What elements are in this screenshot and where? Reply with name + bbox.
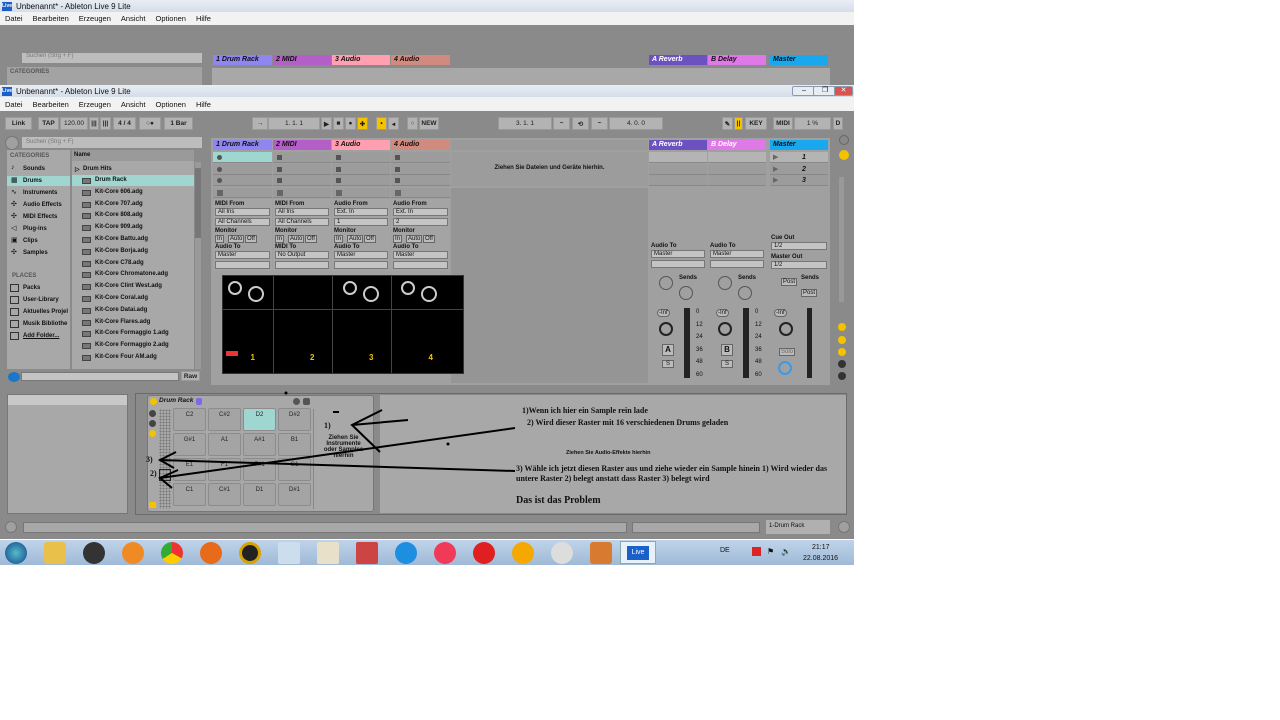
chrome-icon[interactable] bbox=[161, 542, 183, 564]
annotation-text-1: 1)Wenn ich hier ein Sample rein lade bbox=[522, 406, 648, 415]
music-app-icon[interactable] bbox=[473, 542, 495, 564]
media-player-icon[interactable] bbox=[122, 542, 144, 564]
status-field bbox=[632, 522, 760, 533]
track-activator[interactable]: 2 bbox=[310, 353, 314, 362]
arrow-head-2 bbox=[158, 469, 179, 489]
paint-icon[interactable] bbox=[317, 542, 339, 564]
arrow-line-3 bbox=[159, 459, 516, 472]
info-view-toggle[interactable] bbox=[5, 521, 17, 533]
video-app-icon[interactable] bbox=[590, 542, 612, 564]
language-indicator[interactable]: DE bbox=[720, 547, 730, 554]
audacity-icon[interactable] bbox=[512, 542, 534, 564]
annotation-problem: Das ist das Problem bbox=[516, 495, 601, 506]
start-button[interactable] bbox=[5, 542, 27, 564]
flag-tray-icon[interactable]: ⚑ bbox=[767, 547, 774, 556]
annotation-marker-3: 3) bbox=[146, 455, 153, 464]
annotation-arrows bbox=[157, 391, 516, 489]
clock-time[interactable]: 21:17 bbox=[812, 544, 830, 551]
pdf-icon[interactable] bbox=[356, 542, 378, 564]
detail-view-toggle[interactable] bbox=[838, 521, 850, 533]
track-activator[interactable]: 1 bbox=[251, 353, 255, 362]
explorer-icon[interactable] bbox=[44, 542, 66, 564]
annotation-text-2: 2) Wird dieser Raster mit 16 verschieden… bbox=[527, 418, 729, 427]
annotation-text-3: 3) Wähle ich jetzt diesen Raster aus und… bbox=[516, 464, 828, 483]
hp-icon[interactable] bbox=[83, 542, 105, 564]
status-bar bbox=[23, 522, 627, 533]
clock-date[interactable]: 22.08.2016 bbox=[803, 555, 838, 562]
antivirus-tray-icon[interactable] bbox=[752, 547, 761, 556]
bird-app-icon[interactable] bbox=[395, 542, 417, 564]
volume-tray-icon[interactable]: 🔈 bbox=[781, 547, 791, 556]
arrow-head-1 bbox=[350, 409, 383, 453]
live-taskbar-item[interactable]: Live bbox=[620, 541, 656, 564]
firefox-icon[interactable] bbox=[200, 542, 222, 564]
microphone-app-icon[interactable] bbox=[551, 542, 573, 564]
media-app-icon[interactable] bbox=[239, 542, 261, 564]
live-icon: Live bbox=[627, 546, 649, 560]
track-activator[interactable]: 3 bbox=[369, 353, 373, 362]
selected-track-label: 1-Drum Rack bbox=[766, 520, 830, 534]
itunes-icon[interactable] bbox=[434, 542, 456, 564]
arrow-line-2 bbox=[159, 427, 516, 479]
track-activator[interactable]: 4 bbox=[429, 353, 433, 362]
wordpad-icon[interactable] bbox=[278, 542, 300, 564]
annotation-marker-2: 2) bbox=[150, 469, 157, 478]
annotation-marker-1: 1) bbox=[324, 421, 331, 430]
